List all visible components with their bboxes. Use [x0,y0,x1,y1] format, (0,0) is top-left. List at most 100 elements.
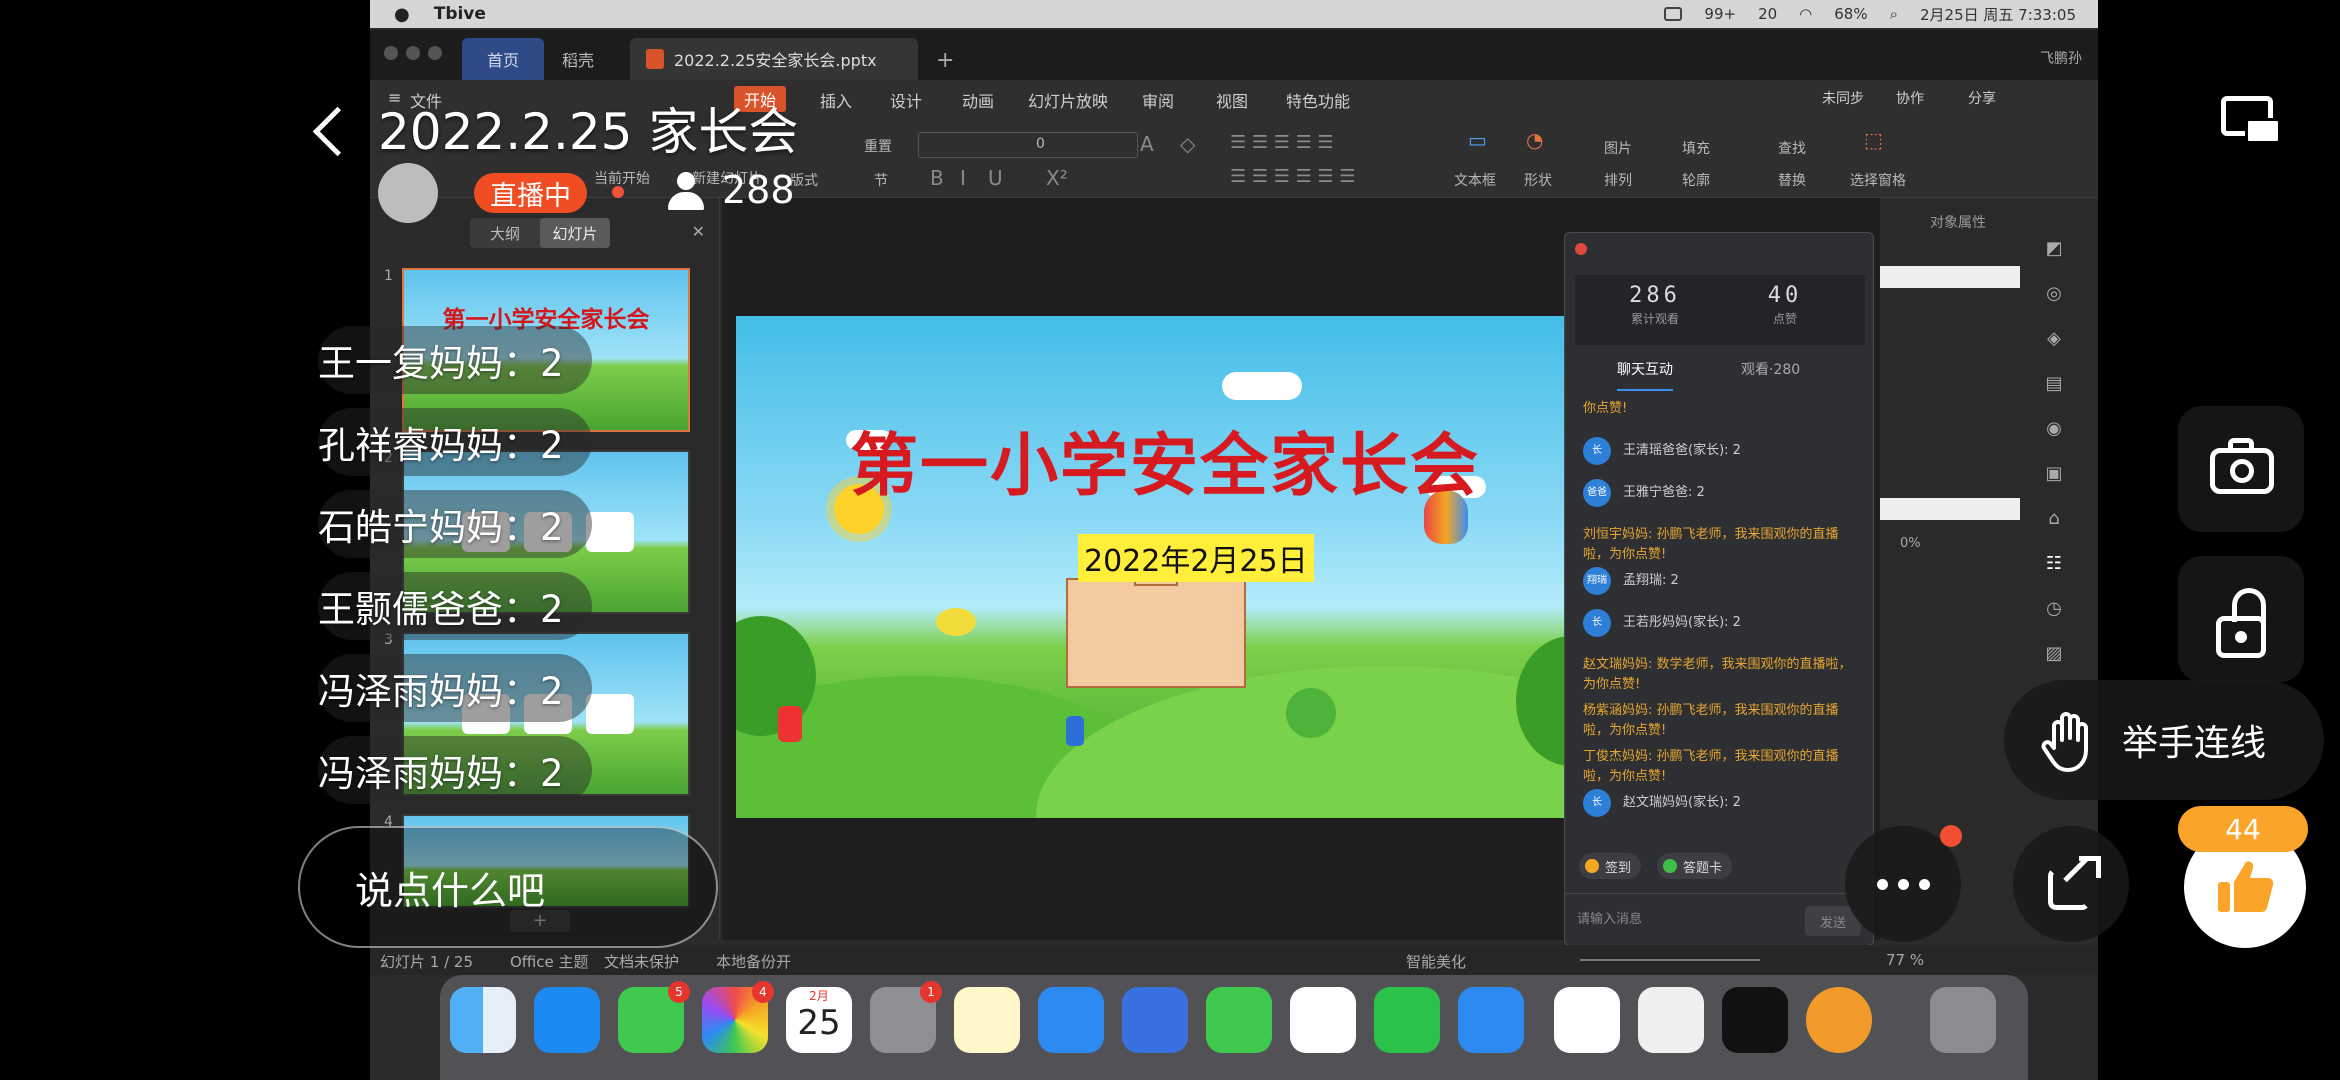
zoom-slider[interactable] [1580,959,1760,961]
raise-hand-button[interactable]: 举手连线 [2004,680,2324,800]
new-tab-plus-icon[interactable]: + [936,48,954,73]
checkin-button[interactable]: 签到 [1579,853,1642,879]
search-icon[interactable]: ⌕ [1890,5,1898,23]
menubar-notification-count[interactable]: 99+ [1704,5,1736,23]
menu-slideshow[interactable]: 幻灯片放映 [1028,88,1108,112]
archive-utility-icon[interactable] [1638,987,1704,1053]
zoom-level[interactable]: 77 % [1886,951,1924,969]
sync-status[interactable]: 未同步 [1822,88,1864,108]
menubar-chat-count[interactable]: 20 [1758,5,1777,23]
screen-cast-button[interactable] [2185,58,2315,188]
share-button[interactable] [2013,826,2129,942]
tab-document[interactable]: 2022.2.25安全家长会.pptx [630,38,918,80]
fill-color-swatch[interactable] [1880,266,2020,288]
battery-level[interactable]: 68% [1834,5,1867,23]
line-color-swatch[interactable] [1880,498,2020,520]
qq-browser-icon[interactable] [1290,987,1356,1053]
props-tool-icon[interactable]: ⌂ [2048,508,2059,529]
keynote-k-icon[interactable] [1122,987,1188,1053]
menu-view[interactable]: 视图 [1216,88,1248,112]
host-avatar[interactable] [378,163,438,223]
tab-home[interactable]: 首页 [462,38,544,80]
menu-review[interactable]: 审阅 [1142,88,1174,112]
share-doc-button[interactable]: 分享 [1968,88,1996,108]
align-icons[interactable]: ☰ ☰ ☰ ☰ ☰ ☰ [1230,166,1355,187]
answer-card-button[interactable]: 答题卡 [1657,853,1733,879]
finder-icon[interactable] [450,987,516,1053]
props-tool-icon[interactable]: ▤ [2045,373,2062,394]
cloud-app-icon[interactable] [1038,987,1104,1053]
pane-close-icon[interactable]: ✕ [692,222,705,241]
underline-icon[interactable]: U [988,166,1003,190]
textbox-icon[interactable]: ▭ [1468,128,1487,152]
camera-button[interactable] [2178,406,2304,532]
chat-input[interactable]: 请输入消息 [1577,908,1642,927]
font-grow-icon[interactable]: A [1140,132,1154,156]
ribbon-reset[interactable]: 重置 [864,136,892,156]
slide-date[interactable]: 2022年2月25日 [1078,534,1314,582]
image-icon[interactable]: ▨ [2045,643,2062,664]
dingtalk-icon[interactable] [1458,987,1524,1053]
calendar-icon[interactable]: 2月 25 [786,987,852,1053]
props-tool-icon[interactable]: ☷ [2046,553,2062,574]
apple-tv-icon[interactable] [1722,987,1788,1053]
slide-title[interactable]: 第一小学安全家长会 [850,410,1480,509]
ribbon-shapes[interactable]: 形状 [1524,170,1552,190]
tab-docer[interactable]: 稻壳 [546,38,610,80]
props-tool-icon[interactable]: ◈ [2047,328,2061,349]
back-button[interactable] [306,100,356,160]
props-tool-icon[interactable]: ◩ [2045,238,2062,259]
ribbon-outline[interactable]: 轮廓 [1682,170,1710,190]
account-user[interactable]: 飞鹏孙 [2040,48,2082,68]
wechat-icon[interactable] [1206,987,1272,1053]
chat-avatar[interactable]: 长 [1583,437,1611,465]
ribbon-replace[interactable]: 替换 [1778,170,1806,190]
menu-insert[interactable]: 插入 [820,88,852,112]
ribbon-arrange[interactable]: 排列 [1604,170,1632,190]
ribbon-find[interactable]: 查找 [1778,138,1806,158]
props-tool-icon[interactable]: ▣ [2045,463,2062,484]
chat-avatar[interactable]: 长 [1583,789,1611,817]
menubar-clock[interactable]: 2月25日 周五 7:33:05 [1920,4,2076,25]
panel-close-dot[interactable] [1575,243,1587,255]
menubar-app-icon[interactable] [1664,7,1683,21]
comment-input[interactable]: 说点什么吧 [298,826,718,948]
backup-status[interactable]: 本地备份开 [716,951,791,972]
app-store-icon[interactable] [534,987,600,1053]
screen-lock-button[interactable] [2178,556,2304,682]
iqiyi-icon[interactable] [1374,987,1440,1053]
tab-watchers[interactable]: 观看·280 [1741,359,1800,379]
ribbon-picture[interactable]: 图片 [1604,138,1632,158]
menu-design[interactable]: 设计 [890,88,922,112]
photos-icon[interactable]: 4 [702,981,774,1053]
apple-icon[interactable]: ● [394,4,410,25]
menu-features[interactable]: 特色功能 [1286,88,1350,112]
smart-beautify-button[interactable]: 智能美化 [1406,951,1466,972]
notes-icon[interactable] [954,987,1020,1053]
ribbon-fill[interactable]: 填充 [1682,138,1710,158]
window-close-button[interactable] [384,46,398,60]
tab-outline[interactable]: 大纲 [470,218,540,248]
bullets-icon[interactable]: ☰ ☰ ☰ ☰ ☰ [1230,132,1334,153]
wps-icon[interactable] [1554,987,1620,1053]
window-minimize-button[interactable] [406,46,420,60]
ribbon-textbox[interactable]: 文本框 [1454,170,1496,190]
chat-avatar[interactable]: 翔瑞 [1583,567,1611,595]
tab-slides[interactable]: 幻灯片 [540,218,610,248]
font-size-field[interactable]: 0 [1036,136,1045,152]
font-name-field[interactable] [918,132,1138,158]
window-zoom-button[interactable] [428,46,442,60]
transparency-percent[interactable]: 0% [1900,536,1921,551]
player-app-icon[interactable] [1806,987,1872,1053]
props-tool-icon[interactable]: ◉ [2046,418,2062,439]
menu-animation[interactable]: 动画 [962,88,994,112]
chat-avatar[interactable]: 长 [1583,609,1611,637]
selection-pane-icon[interactable]: ⬚ [1864,128,1883,152]
italic-icon[interactable]: I [960,166,966,190]
history-icon[interactable]: ◷ [2046,598,2062,619]
superscript-icon[interactable]: X² [1046,166,1068,190]
shapes-icon[interactable]: ◔ [1526,128,1543,152]
messages-icon[interactable]: 5 [618,981,690,1053]
bold-icon[interactable]: B [930,166,944,190]
ribbon-selection-pane[interactable]: 选择窗格 [1850,170,1906,190]
